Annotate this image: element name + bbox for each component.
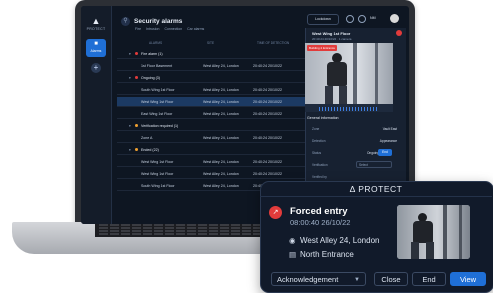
camera-feed[interactable] — [305, 43, 393, 104]
row-time: 20:40:24 20/10/22 — [253, 100, 282, 104]
location-pin-icon: ◉ — [289, 236, 296, 245]
chevron-down-icon[interactable]: ▾ — [129, 76, 131, 80]
end-alarm-button[interactable]: End — [378, 149, 392, 156]
row-alarm-name: West Wing 1st Floor — [141, 160, 174, 164]
row-time: 20:40:24 20/10/22 — [253, 88, 282, 92]
row-site: West Alley 24, London — [203, 136, 239, 140]
door-icon: ▤ — [289, 250, 297, 259]
field-label: Detection — [312, 139, 326, 143]
chevron-down-icon[interactable]: ▾ — [129, 148, 131, 152]
event-location: West Alley 24, London — [300, 236, 380, 245]
avatar[interactable] — [390, 14, 399, 23]
detail-section-title: General information — [307, 116, 339, 120]
close-button[interactable]: Close — [374, 272, 408, 286]
help-icon[interactable] — [346, 15, 354, 23]
settings-icon[interactable] — [358, 15, 366, 23]
row-alarm-name: South Wing 1st Floor — [141, 88, 175, 92]
row-site: West Alley 24, London — [203, 172, 239, 176]
field-label: Verification — [312, 163, 328, 167]
rail-alarms-label: Alarms — [90, 49, 102, 53]
row-site: West Alley 24, London — [203, 160, 239, 164]
row-site: West Alley 24, London — [203, 88, 239, 92]
lockdown-button[interactable]: Lockdown — [307, 14, 339, 25]
card-brand-text: PROTECT — [358, 184, 403, 194]
row-site: West Alley 24, London — [203, 184, 239, 188]
row-alarm-name: West Wing 1st Floor — [141, 172, 174, 176]
row-site: West Alley 24, London — [203, 100, 239, 104]
row-alarm-name: West Wing 1st Floor — [141, 100, 174, 104]
alarm-legend: Fire Intrusion Connection Car alarms — [135, 27, 204, 31]
group-label: Ended (22) — [141, 148, 159, 152]
event-thumbnail[interactable] — [397, 205, 470, 259]
status-dot — [135, 52, 138, 55]
detail-title: West Wing 1st Floor — [312, 31, 351, 36]
chevron-down-icon[interactable]: ▾ — [129, 52, 131, 56]
protect-logo-icon: Δ — [349, 184, 359, 194]
legend-connection: Connection — [164, 27, 183, 31]
group-label: Ongoing (3) — [141, 76, 160, 80]
end-button[interactable]: End — [412, 272, 446, 286]
brand-text: PROTECT — [86, 27, 106, 31]
col-time: TIME OF DETECTION — [257, 41, 290, 45]
row-alarm-name: 1st Floor Basement — [141, 64, 173, 68]
legend-intrusion: Intrusion — [146, 27, 160, 31]
row-time: 20:40:24 20/10/22 — [253, 160, 282, 164]
acknowledgement-label: Acknowledgement — [277, 275, 339, 284]
event-time: 08:00:40 26/10/22 — [290, 218, 351, 227]
status-dot — [135, 76, 138, 79]
status-dot — [135, 124, 138, 127]
chevron-down-icon: ▼ — [354, 277, 360, 283]
view-button[interactable]: View — [450, 272, 486, 286]
field-value: Vault East — [382, 127, 397, 131]
event-title: Forced entry — [290, 206, 348, 217]
status-dot — [135, 148, 138, 151]
card-brand: Δ PROTECT — [330, 184, 422, 194]
protect-logo-icon: ▲ — [91, 16, 101, 26]
row-time: 20:40:24 20/10/22 — [253, 136, 282, 140]
row-time: 20:40:24 20/10/22 — [253, 112, 282, 116]
row-alarm-name: Zone A — [141, 136, 153, 140]
chevron-down-icon[interactable]: ▾ — [129, 124, 131, 128]
bell-icon: ■ — [94, 41, 98, 47]
acknowledgement-select[interactable]: Acknowledgement ▼ — [271, 272, 366, 286]
detail-subtitle: 20:40:24 20/10/22 · 1 camera — [312, 37, 352, 41]
col-site: SITE — [207, 41, 215, 45]
camera-badge: Building 2 Entrance — [307, 45, 338, 51]
verification-select[interactable]: Select — [356, 161, 392, 168]
row-alarm-name: East Wing 1st Floor — [141, 112, 173, 116]
legend-car: Car alarms — [187, 27, 205, 31]
row-alarm-name: South Wing 1st Floor — [141, 184, 175, 188]
close-icon[interactable] — [396, 30, 402, 36]
alarm-icon: ↗ — [269, 206, 282, 219]
user-initials: NM — [370, 16, 376, 20]
row-time: 20:40:24 20/10/22 — [253, 64, 282, 68]
timeline-scrubber[interactable] — [305, 104, 393, 112]
col-alarms: ALARMS — [149, 41, 163, 45]
field-label: Status — [312, 151, 322, 155]
rail-alarms-button[interactable]: ■ Alarms — [86, 39, 106, 57]
row-site: West Alley 24, London — [203, 112, 239, 116]
page-title: Security alarms — [134, 18, 183, 25]
row-site: West Alley 24, London — [203, 64, 239, 68]
search-icon[interactable]: ⚲ — [121, 17, 130, 26]
field-label: Verified by — [312, 175, 327, 179]
event-door: North Entrance — [300, 250, 354, 259]
group-label: Fire alarm (1) — [141, 52, 163, 56]
add-button[interactable]: + — [91, 63, 101, 73]
legend-fire: Fire — [135, 27, 142, 31]
field-label: Zone — [312, 127, 320, 131]
row-time: 20:40:24 20/10/22 — [253, 172, 282, 176]
group-label: Verification required (1) — [141, 124, 179, 128]
field-value: Appearance — [379, 139, 397, 143]
